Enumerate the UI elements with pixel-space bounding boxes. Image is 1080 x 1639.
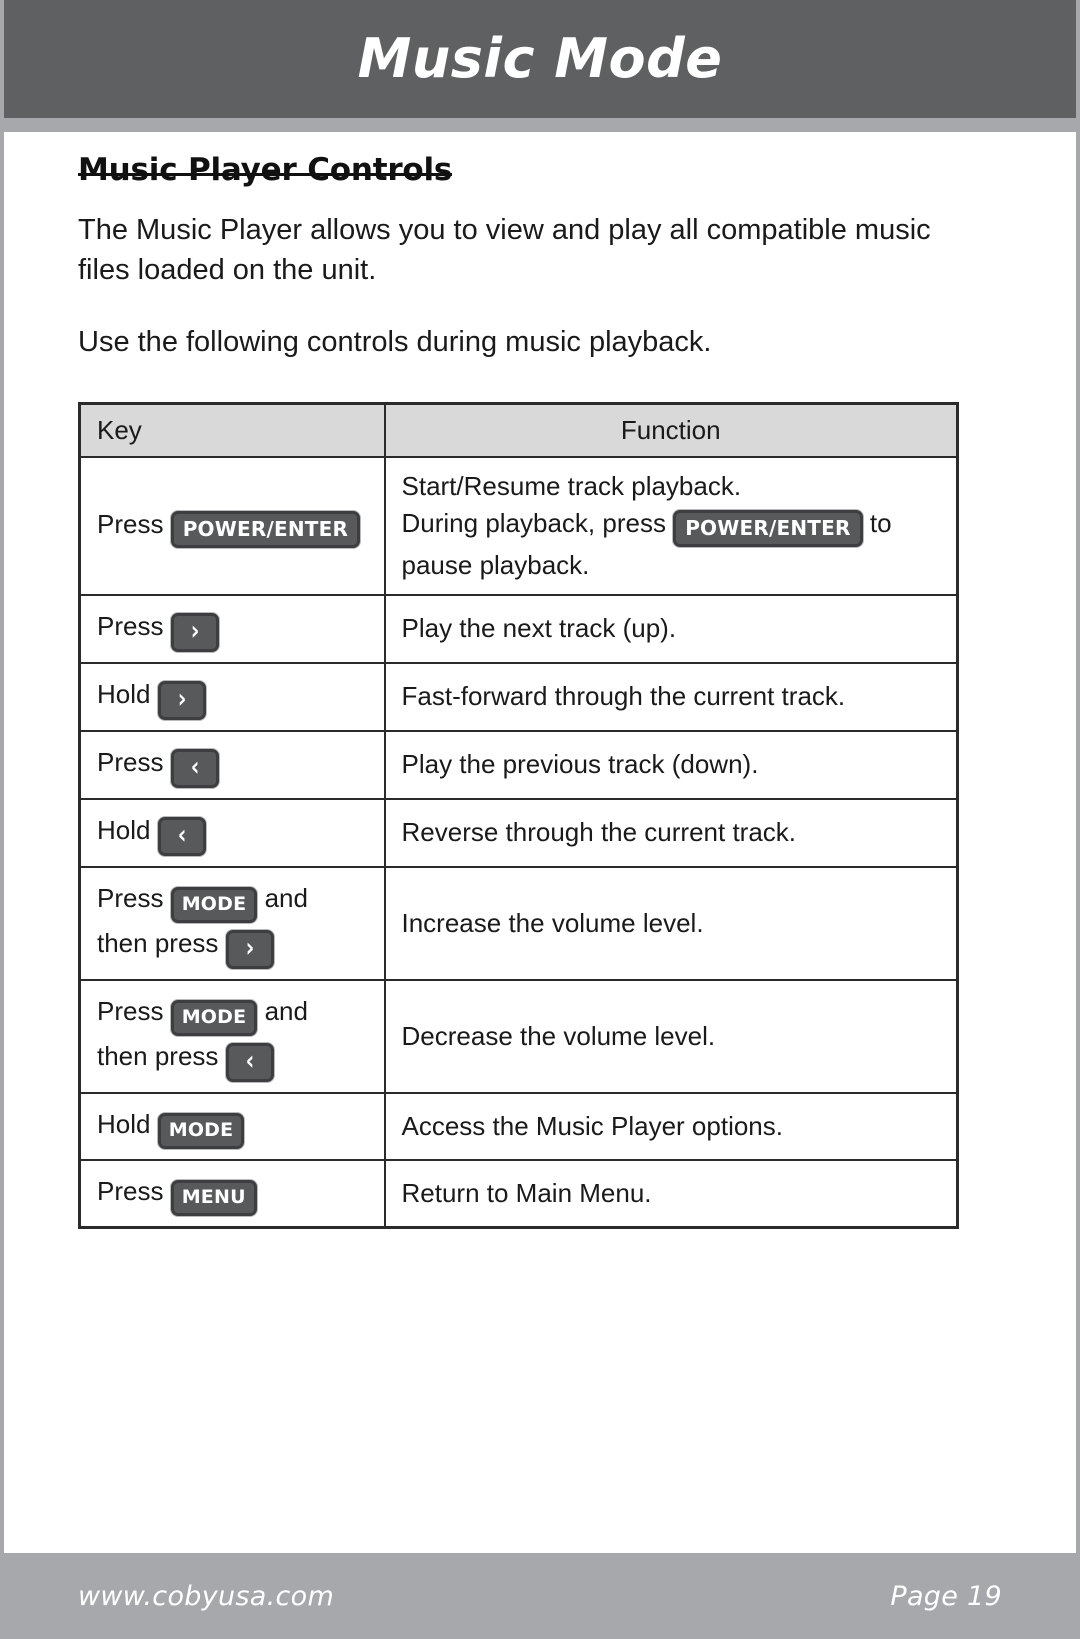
function-line-2-prefix: During playback, press bbox=[401, 507, 666, 538]
function-cell: Decrease the volume level. bbox=[383, 978, 959, 1094]
section-heading: Music Player Controls bbox=[78, 152, 453, 188]
key-action-label-2: then press bbox=[97, 927, 219, 958]
right-arrow-key-badge[interactable]: › bbox=[170, 612, 220, 652]
power-enter-key-badge-inline[interactable]: POWER/ENTER bbox=[673, 509, 863, 547]
table-row: Press POWER/ENTER Start/Resume track pla… bbox=[78, 456, 959, 596]
table-row: Hold MODE Access the Music Player option… bbox=[78, 1091, 959, 1161]
function-cell: Return to Main Menu. bbox=[383, 1158, 959, 1229]
left-arrow-key-badge[interactable]: ‹ bbox=[225, 1042, 275, 1082]
table-header: Key Function bbox=[78, 402, 959, 459]
function-cell: Increase the volume level. bbox=[383, 865, 959, 981]
left-chevron-icon: ‹ bbox=[245, 1045, 255, 1076]
function-line-2-suffix: to bbox=[869, 507, 892, 538]
power-enter-key-badge[interactable]: POWER/ENTER bbox=[170, 510, 361, 548]
key-cell: Press › bbox=[78, 593, 386, 664]
mode-key-badge[interactable]: MODE bbox=[170, 999, 258, 1036]
key-cell: Press ‹ bbox=[78, 729, 386, 800]
key-action-label: Hold bbox=[97, 814, 151, 845]
footer-website[interactable]: www.cobyusa.com bbox=[78, 1581, 334, 1612]
function-cell: Access the Music Player options. bbox=[383, 1091, 959, 1161]
key-cell: Hold › bbox=[78, 661, 386, 732]
table-body: Press POWER/ENTER Start/Resume track pla… bbox=[78, 456, 959, 1229]
table-row: Press MENU Return to Main Menu. bbox=[78, 1158, 959, 1229]
function-cell: Reverse through the current track. bbox=[383, 797, 959, 868]
table-row: Hold › Fast-forward through the current … bbox=[78, 661, 959, 732]
footer-page-number: Page 19 bbox=[890, 1580, 1002, 1612]
function-cell: Play the previous track (down). bbox=[383, 729, 959, 800]
key-cell: Press POWER/ENTER bbox=[78, 456, 386, 596]
key-conjunction: and bbox=[264, 995, 308, 1026]
key-action-label: Hold bbox=[97, 1108, 151, 1139]
left-chevron-icon: ‹ bbox=[190, 751, 200, 782]
function-line-1: Start/Resume track playback. bbox=[401, 471, 742, 502]
table-row: Hold ‹ Reverse through the current track… bbox=[78, 797, 959, 868]
column-header-key: Key bbox=[78, 402, 386, 459]
mode-key-badge[interactable]: MODE bbox=[170, 886, 258, 923]
key-action-label: Press bbox=[97, 995, 164, 1026]
right-arrow-key-badge[interactable]: › bbox=[157, 680, 207, 720]
right-arrow-key-badge[interactable]: › bbox=[225, 929, 275, 969]
page-footer: www.cobyusa.com Page 19 bbox=[4, 1553, 1076, 1639]
table-row: Press MODE and then press ‹ Decrease the… bbox=[78, 978, 959, 1094]
key-action-label-2: then press bbox=[97, 1040, 219, 1071]
right-chevron-icon: › bbox=[190, 615, 200, 646]
music-player-controls-table: Key Function Press POWER/ENTER Start/Res… bbox=[78, 402, 959, 1229]
key-cell: Press MODE and then press ‹ bbox=[78, 978, 386, 1094]
right-chevron-icon: › bbox=[177, 683, 187, 714]
key-action-label: Press bbox=[97, 508, 164, 539]
column-header-function: Function bbox=[383, 402, 959, 459]
table-row: Press › Play the next track (up). bbox=[78, 593, 959, 664]
table-row: Press MODE and then press › Increase the… bbox=[78, 865, 959, 981]
key-cell: Press MENU bbox=[78, 1158, 386, 1229]
key-cell: Press MODE and then press › bbox=[78, 865, 386, 981]
manual-page: Music Mode Music Player Controls The Mus… bbox=[0, 0, 1080, 1639]
left-chevron-icon: ‹ bbox=[177, 819, 187, 850]
function-cell: Play the next track (up). bbox=[383, 593, 959, 664]
key-action-label: Press bbox=[97, 746, 164, 777]
key-action-label: Press bbox=[97, 882, 164, 913]
function-cell: Fast-forward through the current track. bbox=[383, 661, 959, 732]
mode-key-badge[interactable]: MODE bbox=[157, 1112, 245, 1149]
instruction-paragraph: Use the following controls during music … bbox=[78, 326, 712, 359]
left-arrow-key-badge[interactable]: ‹ bbox=[170, 748, 220, 788]
intro-paragraph: The Music Player allows you to view and … bbox=[78, 214, 931, 287]
key-action-label: Press bbox=[97, 1175, 164, 1206]
key-cell: Hold MODE bbox=[78, 1091, 386, 1161]
page-banner: Music Mode bbox=[4, 0, 1076, 118]
function-line-3: pause playback. bbox=[401, 549, 590, 580]
right-chevron-icon: › bbox=[245, 932, 255, 963]
key-conjunction: and bbox=[264, 882, 308, 913]
left-arrow-key-badge[interactable]: ‹ bbox=[157, 816, 207, 856]
page-title: Music Mode bbox=[357, 27, 723, 90]
menu-key-badge[interactable]: MENU bbox=[170, 1179, 257, 1216]
function-cell: Start/Resume track playback. During play… bbox=[383, 456, 959, 596]
banner-divider bbox=[4, 118, 1076, 132]
key-action-label: Press bbox=[97, 610, 164, 641]
table-row: Press ‹ Play the previous track (down). bbox=[78, 729, 959, 800]
key-cell: Hold ‹ bbox=[78, 797, 386, 868]
page-content: Music Player Controls The Music Player a… bbox=[4, 132, 1076, 1391]
key-action-label: Hold bbox=[97, 678, 151, 709]
table-header-row: Key Function bbox=[78, 402, 959, 459]
